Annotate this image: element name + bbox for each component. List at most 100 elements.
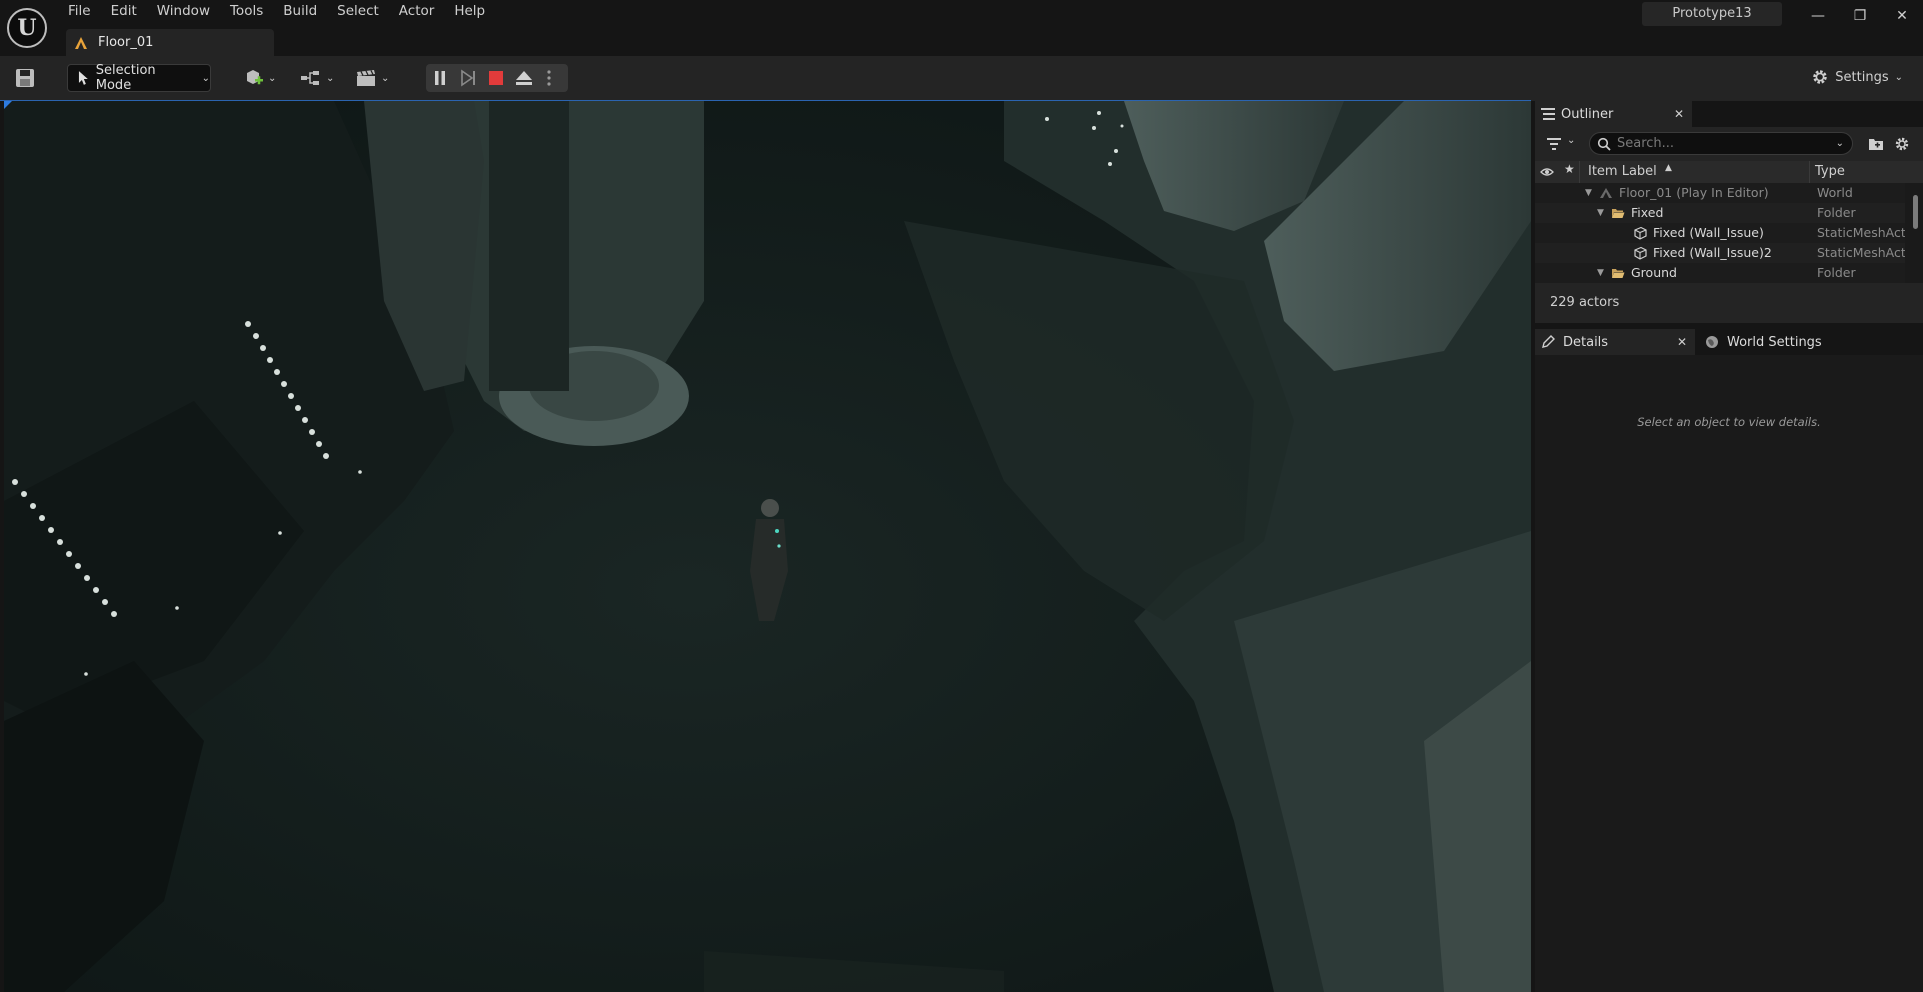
menu-window[interactable]: Window [147, 0, 220, 24]
viewport-scene-image [4, 101, 1531, 992]
static-mesh-icon [1634, 226, 1647, 240]
cinematics-button[interactable]: ⌄ [355, 64, 389, 92]
chevron-down-icon[interactable]: ⌄ [1836, 138, 1844, 149]
chevron-down-icon: ⌄ [268, 72, 277, 84]
expand-arrow-icon[interactable]: ▼ [1597, 203, 1604, 223]
tab-details[interactable]: Details ✕ [1535, 329, 1695, 355]
pin-star-icon[interactable]: ★ [1564, 162, 1575, 176]
outliner-row[interactable]: ▼ Floor_01 (Play In Editor) World [1535, 183, 1905, 203]
blueprint-icon [301, 71, 319, 85]
menu-select[interactable]: Select [327, 0, 389, 24]
folder-open-icon [1612, 269, 1625, 278]
advance-frame-icon[interactable] [454, 64, 482, 92]
outliner-row[interactable]: Fixed (Wall_Issue) StaticMeshActor [1535, 223, 1905, 243]
chevron-down-icon: ⌄ [201, 72, 210, 84]
outliner-row[interactable]: Fixed (Wall_Issue)2 StaticMeshActor [1535, 243, 1905, 263]
pause-icon[interactable] [426, 64, 454, 92]
menu-actor[interactable]: Actor [389, 0, 445, 24]
tab-outliner[interactable]: Outliner ✕ [1535, 101, 1692, 127]
chevron-down-icon: ⌄ [1894, 71, 1903, 83]
chevron-down-icon: ⌄ [326, 72, 335, 84]
close-icon[interactable]: ✕ [1881, 0, 1923, 32]
close-icon[interactable]: ✕ [1677, 335, 1687, 349]
filter-icon[interactable] [1547, 137, 1563, 151]
selection-arrow-icon [78, 71, 88, 85]
column-type[interactable]: Type [1815, 164, 1845, 179]
chevron-down-icon: ⌄ [381, 72, 390, 84]
details-tab-label: Details [1563, 334, 1609, 350]
menu-bar: File Edit Window Tools Build Select Actor Help [58, 0, 495, 24]
menu-tools[interactable]: Tools [220, 0, 273, 24]
outliner-scrollbar[interactable] [1905, 183, 1923, 283]
settings-button[interactable]: Settings ⌄ [1811, 68, 1903, 86]
outliner-row-label: Fixed (Wall_Issue)2 [1653, 245, 1772, 260]
expand-arrow-icon[interactable]: ▼ [1585, 183, 1592, 203]
expand-arrow-icon[interactable]: ▼ [1597, 263, 1604, 283]
level-tab[interactable]: Floor_01 [66, 29, 274, 56]
actor-count: 229 actors [1535, 283, 1923, 323]
outliner-search-input[interactable] [1615, 135, 1829, 152]
play-controls [426, 64, 568, 92]
close-icon[interactable]: ✕ [1674, 107, 1684, 121]
add-folder-icon[interactable] [1868, 137, 1884, 151]
outliner-tree: ▼ Floor_01 (Play In Editor) World ▼ Fixed Fol… [1535, 183, 1923, 283]
details-tab-row: Details ✕ World Settings [1535, 323, 1923, 355]
minimize-icon[interactable]: — [1797, 0, 1839, 32]
scrollbar-thumb[interactable] [1913, 195, 1918, 229]
outliner-row-label: Fixed [1631, 205, 1664, 220]
tab-world-settings[interactable]: World Settings [1699, 329, 1859, 355]
more-options-icon[interactable] [538, 64, 560, 92]
sort-ascending-icon: ▲ [1665, 163, 1672, 173]
outliner-column-header: ★ Item Label ▲ Type [1535, 161, 1923, 183]
restore-icon[interactable]: ❐ [1839, 0, 1881, 32]
viewport-corner-marker [4, 101, 12, 109]
outliner-row-type: Folder [1817, 205, 1856, 220]
gear-icon [1813, 70, 1828, 84]
add-actor-button[interactable]: ⌄ [244, 64, 276, 92]
column-divider [1809, 161, 1810, 183]
outliner-icon [1541, 108, 1555, 120]
outliner-row-label: Ground [1631, 265, 1677, 280]
menu-build[interactable]: Build [273, 0, 327, 24]
menu-help[interactable]: Help [444, 0, 495, 24]
outliner-row-type: World [1817, 185, 1853, 200]
main-toolbar: Selection Mode ⌄ ⌄ ⌄ ⌄ Settings ⌄ [0, 56, 1923, 101]
level-viewport[interactable] [4, 101, 1531, 992]
blueprint-button[interactable]: ⌄ [300, 64, 334, 92]
visibility-eye-icon[interactable] [1540, 167, 1554, 177]
level-icon [75, 36, 87, 49]
stop-icon[interactable] [482, 64, 510, 92]
selection-mode-dropdown[interactable]: Selection Mode ⌄ [67, 63, 211, 93]
outliner-row-type: StaticMeshActor [1817, 225, 1905, 240]
outliner-tab-label: Outliner [1561, 106, 1614, 122]
title-bar: U File Edit Window Tools Build Select Actor Hel… [0, 0, 1923, 56]
gear-icon[interactable] [1894, 136, 1910, 152]
static-mesh-icon [1634, 246, 1647, 260]
pencil-icon [1542, 335, 1555, 348]
outliner-search-row: ⌄ ⌄ [1535, 127, 1923, 161]
details-empty-message: Select an object to view details. [1637, 415, 1821, 429]
outliner-panel: Outliner ✕ ⌄ ⌄ ★ Item Label ▲ Typ [1535, 101, 1923, 323]
settings-label: Settings [1835, 69, 1889, 85]
folder-open-icon [1612, 209, 1625, 218]
menu-file[interactable]: File [58, 0, 101, 24]
world-settings-tab-label: World Settings [1727, 334, 1822, 350]
save-icon[interactable] [14, 67, 36, 89]
outliner-row[interactable]: ▼ Ground Folder [1535, 263, 1905, 283]
search-icon [1597, 137, 1611, 151]
menu-edit[interactable]: Edit [101, 0, 147, 24]
clapperboard-icon [357, 70, 375, 86]
add-actor-icon [247, 70, 263, 85]
column-divider [1579, 161, 1580, 183]
level-tab-label: Floor_01 [98, 35, 154, 50]
window-controls: — ❐ ✕ [1797, 0, 1923, 32]
outliner-search-box: ⌄ [1589, 132, 1853, 155]
column-item-label[interactable]: Item Label [1588, 164, 1657, 179]
outliner-row[interactable]: ▼ Fixed Folder [1535, 203, 1905, 223]
eject-icon[interactable] [510, 64, 538, 92]
outliner-row-label: Fixed (Wall_Issue) [1653, 225, 1764, 240]
unreal-logo-icon[interactable]: U [7, 8, 47, 48]
details-panel: Select an object to view details. [1535, 355, 1923, 992]
level-icon [1600, 188, 1612, 198]
chevron-down-icon[interactable]: ⌄ [1567, 135, 1575, 146]
